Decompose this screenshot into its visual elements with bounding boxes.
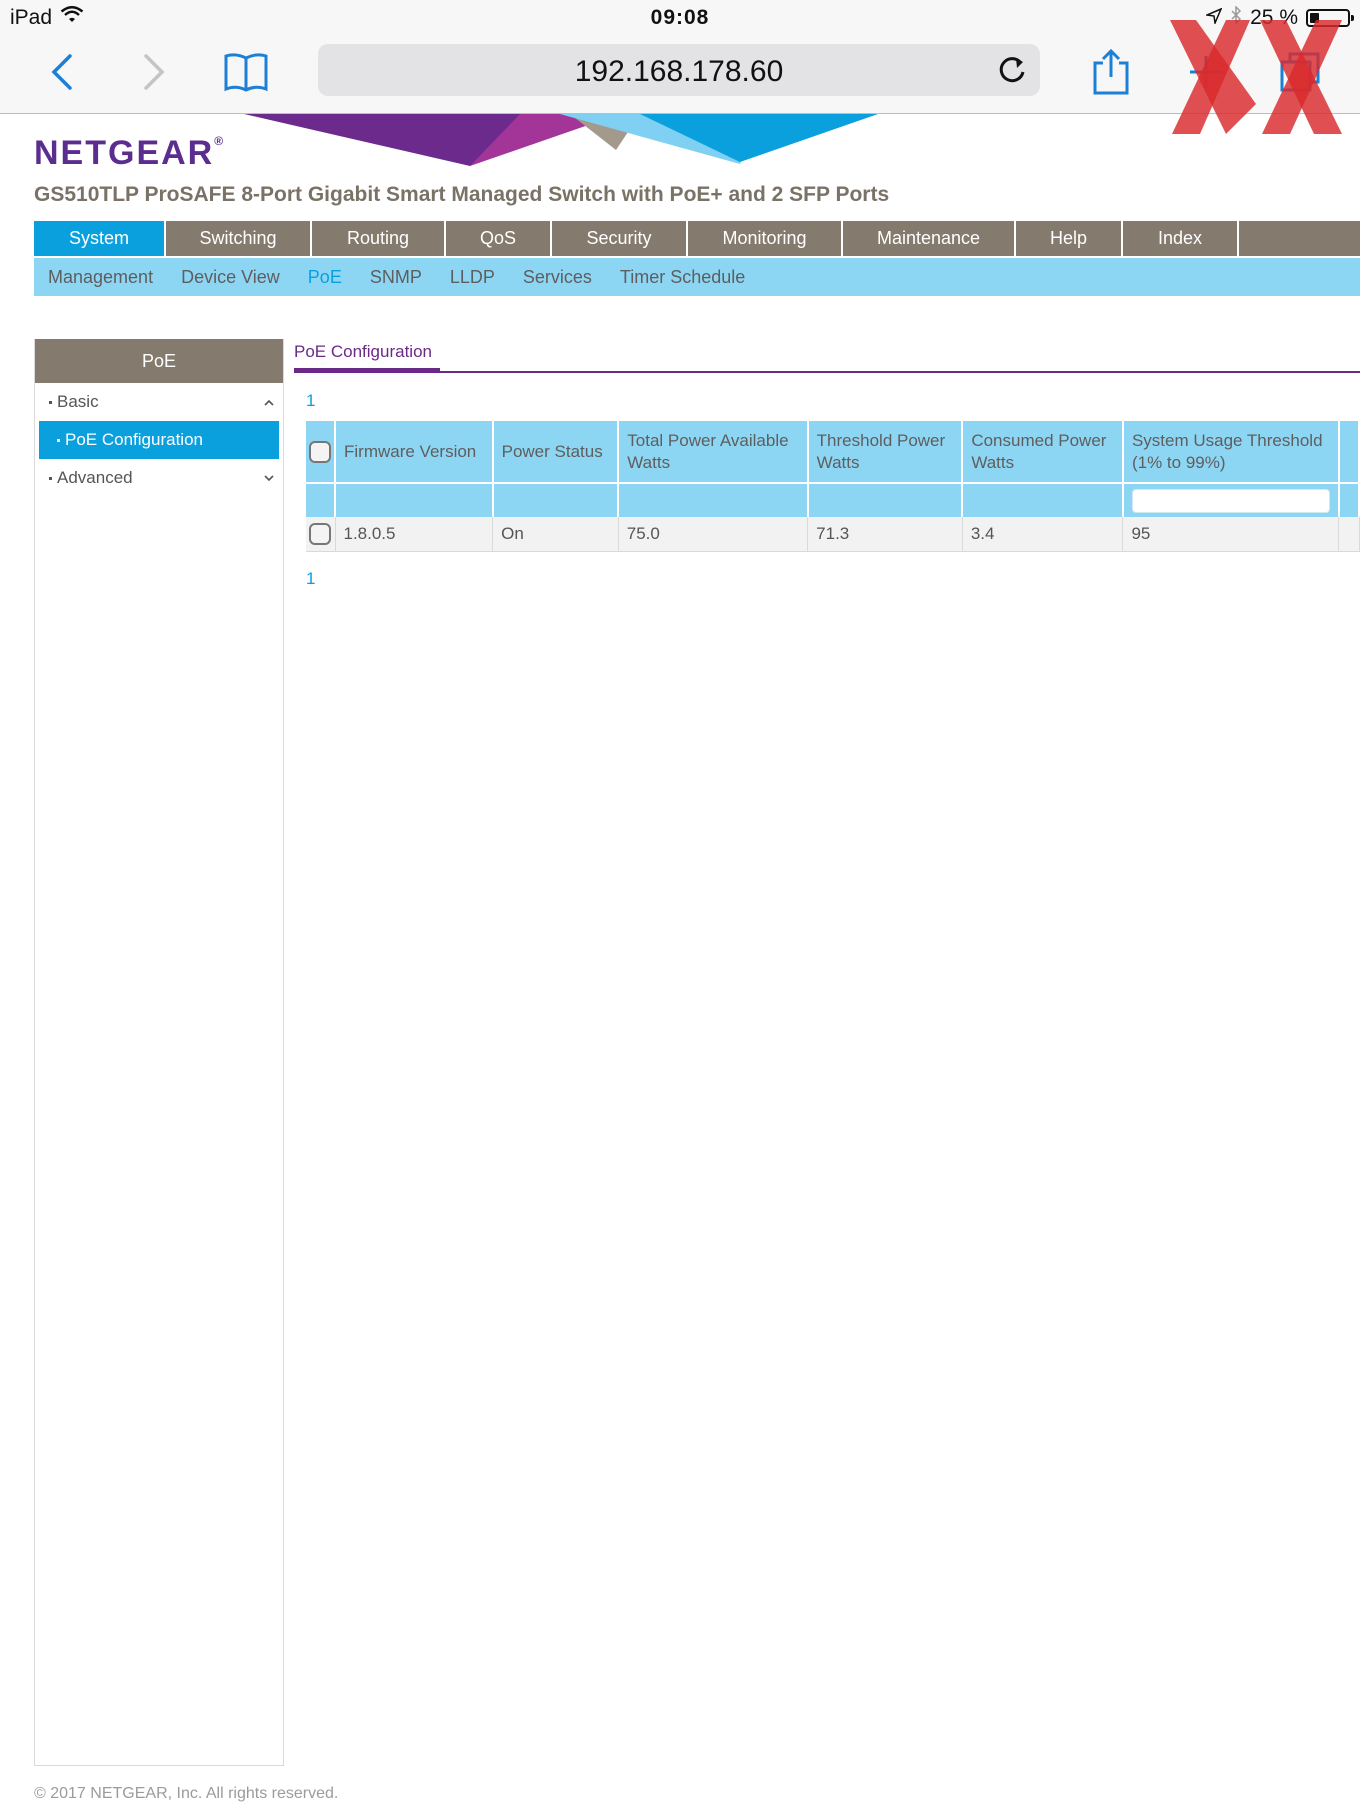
table-cell: 3.4 (962, 517, 1124, 552)
column-header: Power Status (492, 421, 620, 483)
column-header-overflow (1338, 421, 1360, 483)
sidebar-group-label: Advanced (57, 468, 133, 487)
select-all-checkbox[interactable] (309, 440, 331, 463)
browser-toolbar: 192.168.178.60 (0, 36, 1360, 114)
logo-text: NETGEAR (34, 134, 215, 172)
sidebar-group-label: Basic (57, 392, 99, 411)
main-nav: System Switching Routing QoS Security Mo… (34, 221, 1360, 256)
pagination-bottom[interactable]: 1 (306, 569, 315, 589)
filter-cell (618, 482, 809, 517)
table-row[interactable]: 1.8.0.5 On 75.0 71.3 3.4 95 (306, 517, 1360, 552)
product-title: GS510TLP ProSAFE 8-Port Gigabit Smart Ma… (34, 183, 890, 206)
column-header: Firmware Version (335, 421, 494, 483)
table-cell: 1.8.0.5 (335, 517, 494, 552)
bullet (49, 477, 52, 481)
select-all-header (306, 421, 336, 483)
tab-maintenance[interactable]: Maintenance (843, 221, 1016, 256)
netgear-logo[interactable]: NETGEAR® (34, 134, 225, 173)
filter-cell (335, 482, 494, 517)
column-header-unit: Watts (971, 452, 1015, 472)
column-header-label: Power Status (501, 441, 603, 461)
table-cell: On (492, 517, 619, 552)
filter-cell (962, 482, 1124, 517)
bullet (57, 439, 60, 443)
column-header: Threshold Power Watts (807, 421, 964, 483)
subnav-device-view[interactable]: Device View (181, 267, 280, 288)
forward-icon[interactable] (126, 44, 182, 100)
pagination-top[interactable]: 1 (306, 391, 315, 411)
sidebar-group-advanced[interactable]: Advanced (35, 459, 283, 497)
column-header-unit: (1% to 99%) (1131, 452, 1226, 472)
left-panel-title: PoE (35, 339, 283, 383)
row-select-cell (306, 517, 336, 552)
sidebar-item-label: PoE Configuration (65, 430, 203, 449)
filter-cell (306, 482, 336, 517)
copyright-footer: © 2017 NETGEAR, Inc. All rights reserved… (34, 1785, 339, 1802)
share-icon[interactable] (1083, 44, 1139, 100)
column-header-label: Consumed Power (971, 430, 1107, 450)
tab-help[interactable]: Help (1016, 221, 1123, 256)
bookmarks-icon[interactable] (218, 44, 274, 100)
column-header-label: System Usage Threshold (1131, 430, 1323, 450)
subnav-timer-schedule[interactable]: Timer Schedule (620, 267, 745, 288)
column-header-label: Firmware Version (344, 441, 477, 461)
clock: 09:08 (650, 6, 710, 29)
column-header: Consumed Power Watts (962, 421, 1124, 483)
tab-routing[interactable]: Routing (312, 221, 446, 256)
column-header: Total Power Available Watts (618, 421, 809, 483)
url-text: 192.168.178.60 (574, 55, 784, 88)
table-cell: 75.0 (618, 517, 809, 552)
table-cell-overflow (1338, 517, 1360, 552)
sidebar-item-poe-configuration[interactable]: PoE Configuration (39, 421, 279, 459)
sub-nav: Management Device View PoE SNMP LLDP Ser… (34, 258, 1360, 296)
row-checkbox[interactable] (309, 522, 331, 545)
tab-index[interactable]: Index (1123, 221, 1239, 256)
column-header-label: Threshold Power (816, 430, 946, 450)
tab-security[interactable]: Security (552, 221, 688, 256)
tab-qos[interactable]: QoS (446, 221, 552, 256)
sidebar-group-basic[interactable]: Basic (35, 383, 283, 421)
tab-system[interactable]: System (34, 221, 166, 256)
tab-monitoring[interactable]: Monitoring (688, 221, 843, 256)
column-header-unit: Watts (816, 452, 860, 472)
back-icon[interactable] (34, 44, 90, 100)
column-header: System Usage Threshold (1% to 99%) (1122, 421, 1340, 483)
tab-switching[interactable]: Switching (166, 221, 312, 256)
filter-cell (807, 482, 964, 517)
bullet (49, 401, 52, 405)
tab-divider (294, 371, 1360, 373)
tab-poe-configuration[interactable]: PoE Configuration (294, 340, 432, 368)
system-usage-threshold-input[interactable] (1131, 488, 1330, 513)
subnav-poe[interactable]: PoE (308, 267, 342, 288)
filter-cell (1122, 482, 1340, 517)
table-cell: 95 (1122, 517, 1340, 552)
status-bar: iPad 09:08 25 % (0, 0, 1360, 36)
table-cell: 71.3 (807, 517, 963, 552)
poe-config-table: Firmware Version Power Status Total Powe… (306, 421, 1360, 552)
table-filter-row (306, 482, 1360, 517)
chevron-down-icon (263, 459, 275, 511)
column-header-label: Total Power Available (627, 430, 789, 450)
registered-mark: ® (214, 134, 226, 148)
chevron-up-icon (263, 383, 275, 435)
left-panel: PoE Basic PoE Configuration Advanced (34, 339, 284, 1766)
subnav-lldp[interactable]: LLDP (450, 267, 495, 288)
subnav-snmp[interactable]: SNMP (370, 267, 422, 288)
subnav-management[interactable]: Management (48, 267, 153, 288)
table-header-row: Firmware Version Power Status Total Powe… (306, 421, 1360, 483)
address-bar[interactable]: 192.168.178.60 (318, 44, 1040, 96)
reload-icon[interactable] (994, 52, 1030, 88)
subnav-services[interactable]: Services (523, 267, 592, 288)
filter-cell (1338, 482, 1360, 517)
filter-cell (492, 482, 620, 517)
column-header-unit: Watts (627, 452, 671, 472)
